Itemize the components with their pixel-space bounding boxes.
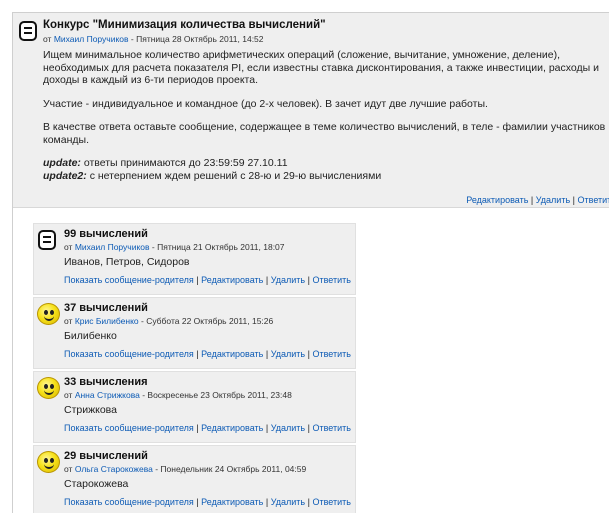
picture-icon	[19, 21, 37, 41]
post-byline: от Михаил Поручиков - Пятница 28 Октябрь…	[43, 34, 264, 44]
delete-link[interactable]: Удалить	[271, 497, 305, 507]
reply-byline: от Ольга Старокожева - Понедельник 24 Ок…	[64, 464, 307, 474]
author-link[interactable]: Ольга Старокожева	[75, 464, 153, 474]
reply-post: 29 вычислений от Ольга Старокожева - Пон…	[33, 445, 356, 513]
reply-actions: Показать сообщение-родителя | Редактиров…	[64, 423, 351, 433]
reply-post: 99 вычислений от Михаил Поручиков - Пятн…	[33, 223, 356, 295]
reply-link[interactable]: Ответить	[312, 423, 350, 433]
reply-link[interactable]: Ответить	[578, 195, 609, 205]
reply-title: 99 вычислений	[64, 228, 148, 240]
reply-byline: от Крис Билибенко - Суббота 22 Октябрь 2…	[64, 316, 274, 326]
delete-link[interactable]: Удалить	[271, 275, 305, 285]
update-label: update:	[43, 157, 81, 169]
reply-date: - Пятница 21 Октябрь 2011, 18:07	[151, 242, 285, 252]
delete-link[interactable]: Удалить	[536, 195, 570, 205]
reply-body: Иванов, Петров, Сидоров	[64, 256, 190, 268]
update2-text: с нетерпением ждем решений с 28-ю и 29-ю…	[89, 169, 382, 182]
post-paragraph: В качестве ответа оставьте сообщение, со…	[43, 121, 606, 146]
post-date: - Пятница 28 Октябрь 2011, 14:52	[130, 34, 264, 44]
update2-label: update2:	[43, 169, 87, 182]
picture-icon	[38, 230, 56, 250]
reply-body: Билибенко	[64, 330, 117, 342]
reply-link[interactable]: Ответить	[312, 349, 350, 359]
reply-date: - Суббота 22 Октябрь 2011, 15:26	[141, 316, 274, 326]
show-parent-link[interactable]: Показать сообщение-родителя	[64, 349, 194, 359]
reply-title: 37 вычислений	[64, 302, 148, 314]
reply-body: Стрижкова	[64, 404, 117, 416]
delete-link[interactable]: Удалить	[271, 423, 305, 433]
show-parent-link[interactable]: Показать сообщение-родителя	[64, 275, 194, 285]
update2-line: update2: с нетерпением ждем решений с 28…	[43, 170, 609, 183]
reply-post: 37 вычислений от Крис Билибенко - Суббот…	[33, 297, 356, 369]
reply-date: - Понедельник 24 Октябрь 2011, 04:59	[155, 464, 307, 474]
post-title: Конкурс "Минимизация количества вычислен…	[43, 19, 326, 31]
reply-link[interactable]: Ответить	[312, 497, 350, 507]
delete-link[interactable]: Удалить	[271, 349, 305, 359]
author-link[interactable]: Михаил Поручиков	[75, 242, 150, 252]
reply-link[interactable]: Ответить	[312, 275, 350, 285]
reply-actions: Показать сообщение-родителя | Редактиров…	[64, 275, 351, 285]
post-paragraph: Участие - индивидуальное и командное (до…	[43, 97, 488, 110]
reply-date: - Воскресенье 23 Октябрь 2011, 23:48	[142, 390, 292, 400]
reply-title: 33 вычисления	[64, 376, 148, 388]
author-link[interactable]: Крис Билибенко	[75, 316, 139, 326]
byline-prefix: от	[43, 34, 52, 44]
smiley-icon	[37, 303, 60, 325]
reply-actions: Показать сообщение-родителя | Редактиров…	[64, 497, 351, 507]
post-paragraph: Ищем минимальное количество арифметическ…	[43, 49, 599, 86]
smiley-icon	[37, 451, 60, 473]
author-link[interactable]: Анна Стрижкова	[75, 390, 140, 400]
reply-body: Старокожева	[64, 478, 129, 490]
update-line: update: ответы принимаются до 23:59:59 2…	[43, 157, 609, 170]
smiley-icon	[37, 377, 60, 399]
reply-post: 33 вычисления от Анна Стрижкова - Воскре…	[33, 371, 356, 443]
show-parent-link[interactable]: Показать сообщение-родителя	[64, 497, 194, 507]
main-post: Конкурс "Минимизация количества вычислен…	[13, 13, 609, 208]
reply-byline: от Михаил Поручиков - Пятница 21 Октябрь…	[64, 242, 285, 252]
post-actions: Редактировать | Удалить | Ответить	[466, 195, 609, 205]
edit-link[interactable]: Редактировать	[466, 195, 528, 205]
post-body: Ищем минимальное количество арифметическ…	[43, 49, 609, 182]
update-text: ответы принимаются до 23:59:59 27.10.11	[83, 157, 288, 169]
edit-link[interactable]: Редактировать	[201, 423, 263, 433]
edit-link[interactable]: Редактировать	[201, 275, 263, 285]
reply-title: 29 вычислений	[64, 450, 148, 462]
reply-byline: от Анна Стрижкова - Воскресенье 23 Октяб…	[64, 390, 292, 400]
show-parent-link[interactable]: Показать сообщение-родителя	[64, 423, 194, 433]
edit-link[interactable]: Редактировать	[201, 497, 263, 507]
reply-actions: Показать сообщение-родителя | Редактиров…	[64, 349, 351, 359]
edit-link[interactable]: Редактировать	[201, 349, 263, 359]
forum-thread: Конкурс "Минимизация количества вычислен…	[12, 12, 609, 513]
author-link[interactable]: Михаил Поручиков	[54, 34, 129, 44]
